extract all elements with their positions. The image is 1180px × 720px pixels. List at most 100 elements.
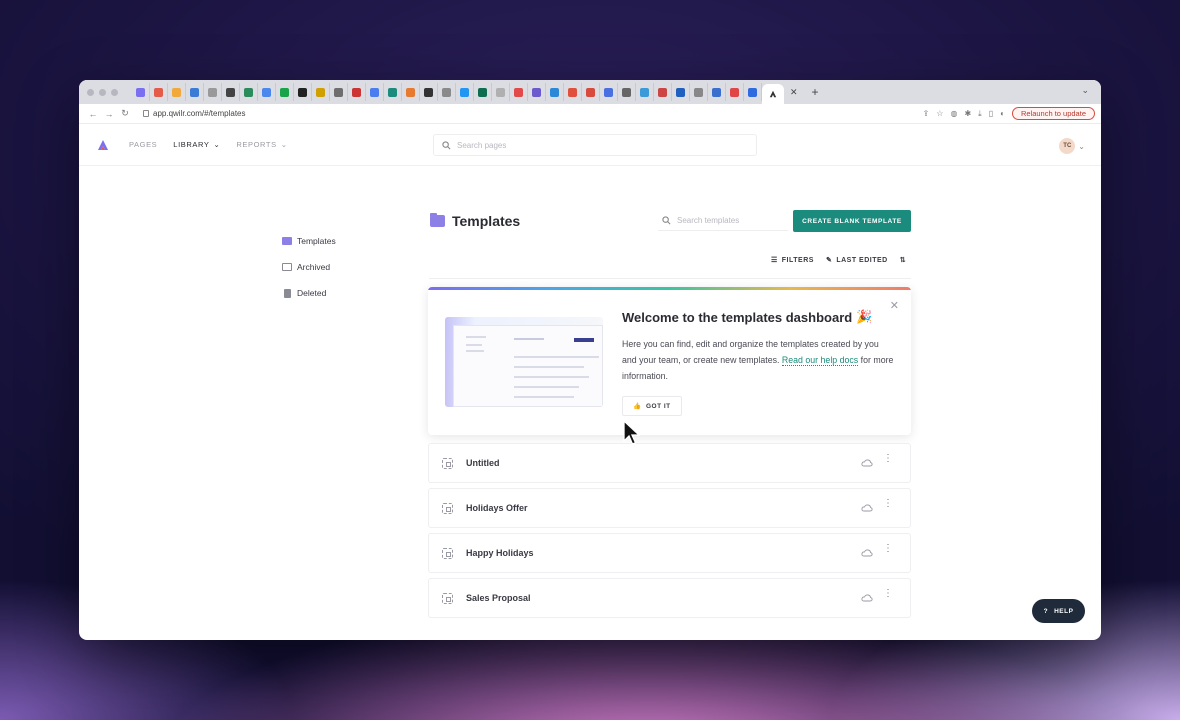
search-pages-input[interactable]: Search pages bbox=[433, 134, 757, 156]
help-docs-link[interactable]: Read our help docs bbox=[781, 355, 859, 366]
sidebar-item-deleted[interactable]: Deleted bbox=[282, 280, 336, 306]
help-button[interactable]: ? HELP bbox=[1032, 599, 1085, 623]
template-row[interactable]: Sales Proposal ⋮ bbox=[428, 578, 911, 618]
download-icon[interactable]: ⤓ bbox=[978, 109, 982, 119]
tab-active[interactable] bbox=[762, 84, 784, 104]
pinned-tab[interactable] bbox=[528, 83, 546, 101]
pinned-tab[interactable] bbox=[312, 83, 330, 101]
minimize-window-button[interactable] bbox=[99, 88, 106, 96]
template-row[interactable]: Happy Holidays ⋮ bbox=[428, 533, 911, 573]
pinned-tab[interactable] bbox=[564, 83, 582, 101]
favicon-icon bbox=[424, 87, 433, 97]
pinned-tab[interactable] bbox=[726, 83, 744, 101]
back-icon[interactable]: ← bbox=[85, 109, 101, 119]
pinned-tab[interactable] bbox=[510, 83, 528, 101]
pinned-tab[interactable] bbox=[240, 83, 258, 101]
pinned-tab[interactable] bbox=[384, 83, 402, 101]
pinned-tab[interactable] bbox=[420, 83, 438, 101]
template-row[interactable]: Untitled ⋮ bbox=[428, 443, 911, 483]
profile-icon[interactable]: ◐ bbox=[1000, 109, 1005, 118]
cloud-upload-icon[interactable] bbox=[861, 549, 873, 557]
pinned-tab[interactable] bbox=[438, 83, 456, 101]
create-blank-template-button[interactable]: CREATE BLANK TEMPLATE bbox=[793, 210, 911, 232]
cloud-upload-icon[interactable] bbox=[861, 459, 873, 467]
favicon-icon bbox=[334, 87, 343, 97]
extension-icon[interactable]: ◍ bbox=[950, 109, 957, 118]
got-it-button[interactable]: 👍 GOT IT bbox=[622, 396, 682, 416]
close-window-button[interactable] bbox=[87, 88, 94, 96]
cloud-upload-icon[interactable] bbox=[861, 504, 873, 512]
pinned-tab[interactable] bbox=[600, 83, 618, 101]
pinned-tab[interactable] bbox=[744, 83, 762, 101]
pinned-tab[interactable] bbox=[366, 83, 384, 101]
template-icon bbox=[442, 502, 453, 514]
favicon-icon bbox=[280, 87, 289, 97]
pinned-tab[interactable] bbox=[474, 83, 492, 101]
welcome-title: Welcome to the templates dashboard 🎉 bbox=[622, 309, 872, 325]
favicon-icon bbox=[604, 87, 613, 97]
new-tab-icon[interactable]: + bbox=[812, 85, 819, 99]
reload-icon[interactable]: ↻ bbox=[117, 108, 133, 119]
pinned-tab[interactable] bbox=[456, 83, 474, 101]
maximize-window-button[interactable] bbox=[111, 88, 118, 96]
pinned-tab[interactable] bbox=[492, 83, 510, 101]
pinned-tab[interactable] bbox=[222, 83, 240, 101]
filters-button[interactable]: ☰ FILTERS bbox=[771, 256, 814, 265]
pinned-tab[interactable] bbox=[276, 83, 294, 101]
pinned-tab[interactable] bbox=[654, 83, 672, 101]
divider bbox=[429, 278, 911, 279]
tab-search-icon[interactable]: ⌄ bbox=[1081, 85, 1089, 96]
more-options-icon[interactable]: ⋮ bbox=[883, 589, 893, 599]
share-icon[interactable]: ⇪ bbox=[923, 109, 930, 118]
nav-pages[interactable]: PAGES bbox=[129, 140, 157, 149]
pinned-tab[interactable] bbox=[168, 83, 186, 101]
sidebar-item-archived[interactable]: Archived bbox=[282, 254, 336, 280]
pinned-tab[interactable] bbox=[258, 83, 276, 101]
pinned-tab[interactable] bbox=[546, 83, 564, 101]
pinned-tab[interactable] bbox=[672, 83, 690, 101]
nav-library[interactable]: LIBRARY ⌄ bbox=[173, 140, 220, 149]
nav-reports[interactable]: REPORTS ⌄ bbox=[236, 140, 287, 149]
pinned-tab[interactable] bbox=[186, 83, 204, 101]
user-menu[interactable]: TC ⌄ bbox=[1059, 138, 1085, 154]
dashboard-preview-image bbox=[445, 317, 603, 407]
more-options-icon[interactable]: ⋮ bbox=[883, 499, 893, 509]
favicon-icon bbox=[478, 87, 487, 97]
sidepanel-icon[interactable]: ▯ bbox=[989, 109, 993, 118]
bookmark-star-icon[interactable]: ☆ bbox=[936, 109, 943, 118]
template-row[interactable]: Holidays Offer ⋮ bbox=[428, 488, 911, 528]
template-name: Sales Proposal bbox=[466, 593, 531, 603]
more-options-icon[interactable]: ⋮ bbox=[883, 544, 893, 554]
favicon-icon bbox=[442, 87, 451, 97]
sort-order-icon[interactable]: ⇅ bbox=[900, 256, 906, 264]
url-field[interactable]: app.qwilr.com/#/templates bbox=[143, 109, 246, 118]
pinned-tab[interactable] bbox=[348, 83, 366, 101]
pinned-tab[interactable] bbox=[402, 83, 420, 101]
pinned-tab[interactable] bbox=[582, 83, 600, 101]
list-toolbar: ☰ FILTERS ✎ LAST EDITED ⇅ bbox=[771, 256, 906, 265]
pinned-tab[interactable] bbox=[132, 83, 150, 101]
sidebar-item-templates[interactable]: Templates bbox=[282, 228, 336, 254]
close-tab-icon[interactable]: ✕ bbox=[790, 87, 798, 98]
pinned-tab[interactable] bbox=[708, 83, 726, 101]
favicon-icon bbox=[496, 87, 505, 97]
close-icon[interactable]: ✕ bbox=[890, 299, 899, 312]
pencil-icon: ✎ bbox=[825, 257, 833, 264]
pinned-tab[interactable] bbox=[690, 83, 708, 101]
pinned-tab[interactable] bbox=[636, 83, 654, 101]
puzzle-icon[interactable]: ✱ bbox=[964, 109, 971, 118]
sort-button[interactable]: ✎ LAST EDITED bbox=[825, 256, 888, 265]
search-templates-input[interactable]: Search templates bbox=[658, 211, 788, 231]
favicon-icon bbox=[550, 87, 559, 97]
forward-icon[interactable]: → bbox=[101, 109, 117, 119]
pinned-tab[interactable] bbox=[204, 83, 222, 101]
pinned-tab[interactable] bbox=[618, 83, 636, 101]
search-templates-placeholder: Search templates bbox=[677, 216, 740, 225]
pinned-tab[interactable] bbox=[330, 83, 348, 101]
relaunch-button[interactable]: Relaunch to update bbox=[1011, 107, 1095, 120]
cloud-upload-icon[interactable] bbox=[861, 594, 873, 602]
pinned-tab[interactable] bbox=[150, 83, 168, 101]
qwilr-logo-icon[interactable] bbox=[97, 139, 109, 151]
more-options-icon[interactable]: ⋮ bbox=[883, 454, 893, 464]
pinned-tab[interactable] bbox=[294, 83, 312, 101]
